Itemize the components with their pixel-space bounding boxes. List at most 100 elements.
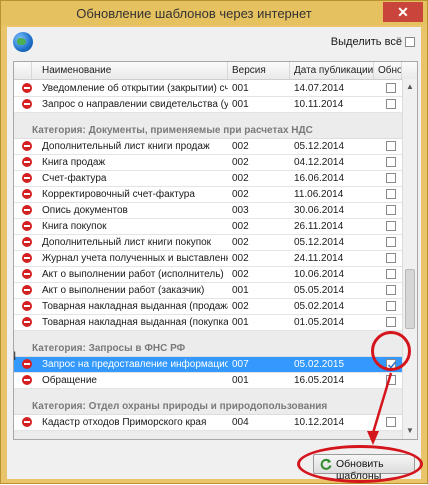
row-version: 002	[232, 237, 249, 248]
status-icon	[22, 221, 32, 231]
row-name: Товарная накладная выданная (продажа)	[42, 301, 228, 312]
table-row[interactable]: Корректировочный счет-фактура 002 11.06.20…	[14, 187, 402, 203]
table-row[interactable]: Журнал учета полученных и выставленных с…	[14, 251, 402, 267]
table-row[interactable]: Акт о выполнении работ (исполнитель) 002 1…	[14, 267, 402, 283]
row-name: Счет-фактура	[42, 173, 107, 184]
table-row[interactable]: Счет-фактура 002 16.06.2014	[14, 171, 402, 187]
row-date: 11.06.2014	[294, 189, 344, 200]
close-button[interactable]: ✕	[383, 2, 423, 22]
status-icon	[22, 253, 32, 263]
category-header: Категория: Отчеты в ФНС РФ	[14, 431, 402, 439]
row-update-checkbox[interactable]	[386, 417, 396, 427]
row-date: 14.07.2014	[294, 83, 345, 94]
status-icon	[22, 375, 32, 385]
row-update-checkbox[interactable]	[386, 285, 396, 295]
row-date: 10.11.2014	[294, 99, 344, 110]
status-icon	[22, 317, 32, 327]
row-date: 05.12.2014	[294, 237, 345, 248]
row-update-checkbox[interactable]	[386, 317, 396, 327]
row-date: 05.02.2014	[294, 301, 345, 312]
row-update-checkbox[interactable]	[386, 83, 396, 93]
category-label: Категория: Документы, применяемые при ра…	[32, 125, 313, 136]
scroll-thumb[interactable]	[405, 269, 415, 329]
status-icon	[22, 205, 32, 215]
table-row[interactable]: Запрос на предоставление информационных …	[14, 357, 402, 373]
row-update-checkbox[interactable]	[386, 189, 396, 199]
table-row[interactable]: Товарная накладная выданная (покупка) 001…	[14, 315, 402, 331]
status-icon	[22, 141, 32, 151]
status-icon	[22, 83, 32, 93]
table-row[interactable]: Уведомление об открытии (закрытии) счета…	[14, 81, 402, 97]
row-name: Обращение	[42, 375, 97, 386]
row-date: 24.11.2014	[294, 253, 344, 264]
row-date: 26.11.2014	[294, 221, 344, 232]
text-cursor-icon: I	[13, 349, 17, 363]
row-update-checkbox[interactable]	[386, 221, 396, 231]
row-update-checkbox[interactable]	[386, 375, 396, 385]
row-update-checkbox[interactable]	[386, 173, 396, 183]
status-icon	[22, 189, 32, 199]
row-date: 01.05.2014	[294, 317, 345, 328]
table-row[interactable]: Дополнительный лист книги покупок 002 05.1…	[14, 235, 402, 251]
table-row[interactable]: Акт о выполнении работ (заказчик) 001 05.0…	[14, 283, 402, 299]
row-update-checkbox[interactable]	[386, 157, 396, 167]
row-update-checkbox[interactable]	[386, 99, 396, 109]
row-date: 10.12.2014	[294, 417, 345, 428]
row-name: Книга покупок	[42, 221, 107, 232]
row-name: Кадастр отходов Приморского края	[42, 417, 207, 428]
row-date: 04.12.2014	[294, 157, 345, 168]
row-name: Уведомление об открытии (закрытии) счета…	[42, 83, 228, 94]
table-row[interactable]: Кадастр отходов Приморского края 004 10.12…	[14, 415, 402, 431]
scroll-up-icon[interactable]: ▲	[404, 81, 416, 93]
select-all-control[interactable]: Выделить всё	[331, 36, 415, 48]
select-all-label: Выделить всё	[330, 36, 402, 49]
table-header: Наименование Версия Дата публикации Обно…	[14, 62, 417, 80]
row-name: Акт о выполнении работ (заказчик)	[42, 285, 205, 296]
row-name: Книга продаж	[42, 157, 106, 168]
row-update-checkbox[interactable]	[386, 237, 396, 247]
column-header-version[interactable]: Версия	[228, 62, 290, 79]
row-update-checkbox[interactable]	[386, 269, 396, 279]
row-version: 002	[232, 141, 249, 152]
column-header-name[interactable]: Наименование	[32, 62, 228, 79]
table-row[interactable]: Книга продаж 002 04.12.2014	[14, 155, 402, 171]
row-version: 007	[232, 359, 249, 370]
row-version: 001	[232, 83, 249, 94]
select-all-checkbox[interactable]	[405, 37, 415, 48]
vertical-scrollbar[interactable]: ▲ ▼	[402, 79, 417, 439]
row-date: 10.06.2014	[294, 269, 345, 280]
status-icon	[22, 99, 32, 109]
globe-icon	[13, 32, 33, 52]
table-row[interactable]: Товарная накладная выданная (продажа) 002…	[14, 299, 402, 315]
header-spacer	[14, 62, 32, 79]
row-name: Акт о выполнении работ (исполнитель)	[42, 269, 224, 280]
row-name: Запрос о направлении свидетельства (увед…	[42, 99, 228, 110]
row-version: 002	[232, 157, 249, 168]
row-update-checkbox[interactable]	[386, 301, 396, 311]
row-date: 30.06.2014	[294, 205, 345, 216]
row-name: Дополнительный лист книги продаж	[42, 141, 210, 152]
row-update-checkbox[interactable]	[386, 253, 396, 263]
row-name: Опись документов	[42, 205, 128, 216]
row-update-checkbox[interactable]	[386, 205, 396, 215]
row-date: 16.06.2014	[294, 173, 345, 184]
row-version: 001	[232, 285, 249, 296]
row-date: 05.02.2015	[294, 359, 345, 370]
row-name: Товарная накладная выданная (покупка)	[42, 317, 228, 328]
status-icon	[22, 173, 32, 183]
table-row[interactable]: Запрос о направлении свидетельства (увед…	[14, 97, 402, 113]
table-row[interactable]: Дополнительный лист книги продаж 002 05.12…	[14, 139, 402, 155]
table-row[interactable]: Обращение 001 16.05.2014	[14, 373, 402, 389]
row-version: 002	[232, 253, 249, 264]
row-update-checkbox[interactable]	[386, 141, 396, 151]
table-row[interactable]: Опись документов 003 30.06.2014	[14, 203, 402, 219]
scroll-down-icon[interactable]: ▼	[404, 425, 416, 437]
table-row[interactable]: Книга покупок 002 26.11.2014	[14, 219, 402, 235]
column-header-update[interactable]: Обно...	[374, 62, 402, 79]
status-icon	[22, 237, 32, 247]
row-version: 002	[232, 301, 249, 312]
column-header-date[interactable]: Дата публикации	[290, 62, 374, 79]
status-icon	[22, 269, 32, 279]
row-date: 16.05.2014	[294, 375, 345, 386]
row-version: 002	[232, 269, 249, 280]
